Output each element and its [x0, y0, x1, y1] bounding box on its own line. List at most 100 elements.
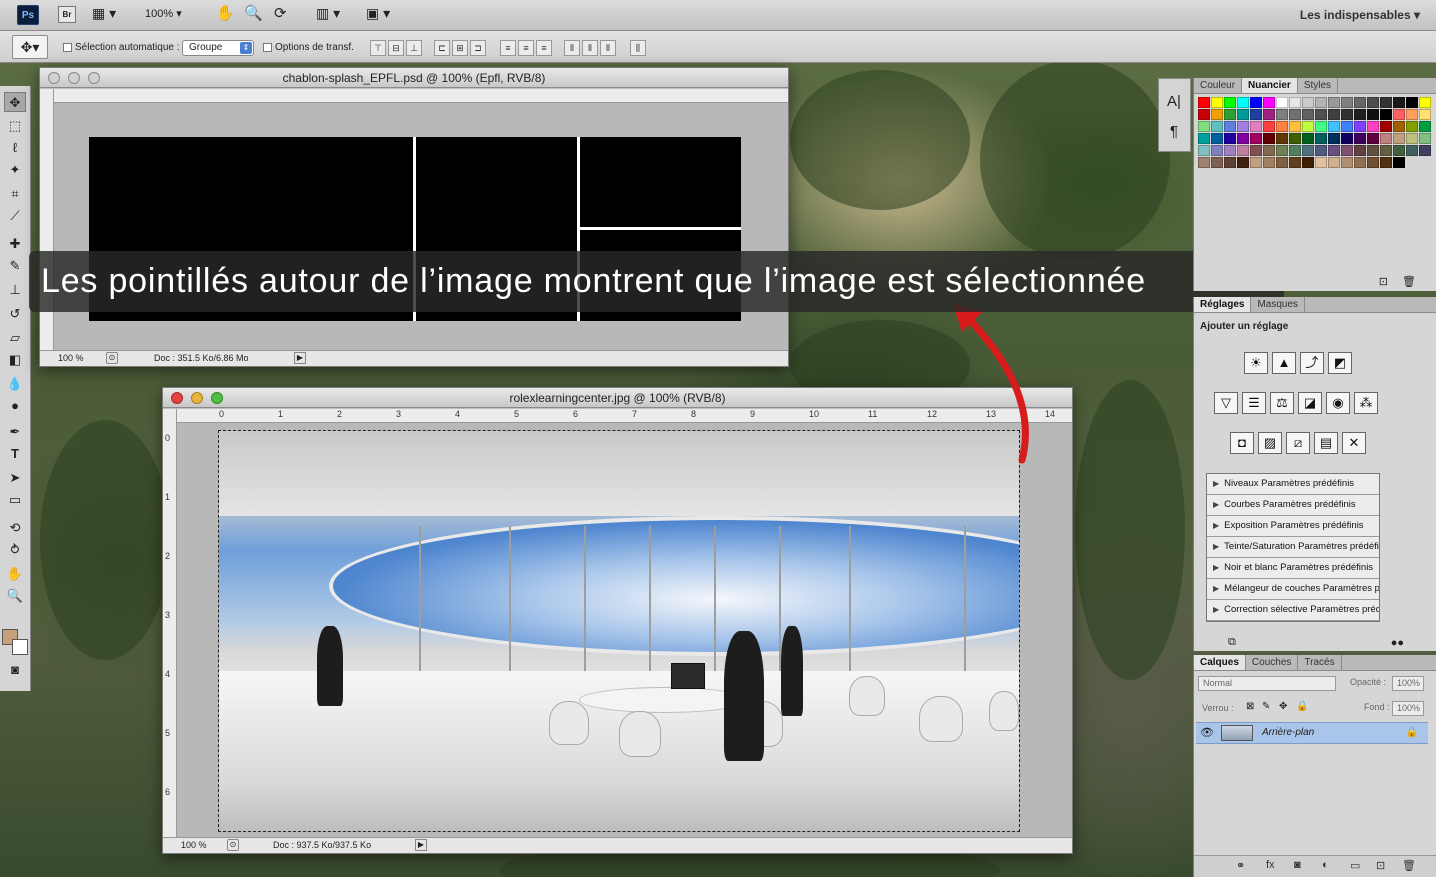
color-swatch[interactable]	[1354, 109, 1366, 120]
color-swatch[interactable]	[1250, 145, 1262, 156]
color-swatch[interactable]	[1367, 109, 1379, 120]
color-swatch[interactable]	[1367, 157, 1379, 168]
clip-to-layer-icon[interactable]: ⧉	[1228, 636, 1236, 649]
color-swatch[interactable]	[1263, 133, 1275, 144]
lock-transparency-icon[interactable]: ⊠	[1246, 701, 1254, 712]
selective-color-icon[interactable]: ✕	[1342, 432, 1366, 454]
color-swatch[interactable]	[1224, 121, 1236, 132]
minimize-window-button[interactable]	[68, 72, 80, 84]
background-color-swatch[interactable]	[12, 639, 28, 655]
lock-position-icon[interactable]: ✥	[1279, 701, 1287, 712]
color-swatch[interactable]	[1198, 121, 1210, 132]
color-swatch[interactable]	[1380, 133, 1392, 144]
hue-saturation-icon[interactable]: ☰	[1242, 392, 1266, 414]
color-swatch[interactable]	[1406, 109, 1418, 120]
color-swatch[interactable]	[1406, 145, 1418, 156]
status-menu-arrow-icon[interactable]: ▶	[415, 839, 427, 851]
color-swatch[interactable]	[1224, 145, 1236, 156]
color-swatch[interactable]	[1328, 157, 1340, 168]
exposure-icon[interactable]: ◩	[1328, 352, 1352, 374]
color-swatch[interactable]	[1393, 97, 1405, 108]
pen-tool-icon[interactable]: ✒	[4, 422, 26, 442]
new-adjustment-layer-icon[interactable]: ◐	[1322, 859, 1329, 871]
preset-curves[interactable]: ▶ Courbes Paramètres prédéfinis	[1207, 495, 1379, 516]
color-swatch[interactable]	[1263, 109, 1275, 120]
color-swatch[interactable]	[1289, 157, 1301, 168]
align-right-icon[interactable]: ⊐	[470, 40, 486, 56]
color-swatch[interactable]	[1302, 157, 1314, 168]
lasso-tool-icon[interactable]: ℓ	[4, 138, 26, 158]
align-top-icon[interactable]: ⊤	[370, 40, 386, 56]
channel-mixer-icon[interactable]: ⁂	[1354, 392, 1378, 414]
color-swatch[interactable]	[1328, 121, 1340, 132]
color-swatch[interactable]	[1276, 121, 1288, 132]
levels-icon[interactable]: ▲	[1272, 352, 1296, 374]
color-swatch[interactable]	[1250, 109, 1262, 120]
hand-tool-icon[interactable]: ✋	[4, 564, 26, 584]
status-menu-arrow-icon[interactable]: ▶	[294, 352, 306, 364]
tab-color[interactable]: Couleur	[1194, 78, 1243, 93]
color-swatch[interactable]	[1367, 121, 1379, 132]
color-swatch[interactable]	[1354, 121, 1366, 132]
tool-preset-picker[interactable]: ✥▾	[12, 35, 48, 59]
color-swatch[interactable]	[1198, 109, 1210, 120]
color-swatch[interactable]	[1276, 145, 1288, 156]
preset-hue-saturation[interactable]: ▶ Teinte/Saturation Paramètres prédéfinis	[1207, 537, 1379, 558]
rotate-view-icon[interactable]: ⟳	[274, 4, 287, 22]
eyedropper-tool-icon[interactable]: ⟋	[4, 206, 26, 226]
add-mask-icon[interactable]: ◙	[1294, 859, 1301, 871]
document-window-splash[interactable]: chablon-splash_EPFL.psd @ 100% (Epfl, RV…	[39, 67, 789, 367]
color-swatch[interactable]	[1211, 133, 1223, 144]
color-swatch[interactable]	[1367, 97, 1379, 108]
zoom-window-button[interactable]	[88, 72, 100, 84]
new-layer-icon[interactable]: ⊡	[1376, 859, 1385, 872]
color-swatch[interactable]	[1289, 109, 1301, 120]
character-panel-icon[interactable]: A|	[1167, 93, 1181, 110]
preview-icon[interactable]: ⊙	[227, 839, 239, 851]
color-swatch[interactable]	[1250, 121, 1262, 132]
eraser-tool-icon[interactable]: ▱	[4, 328, 26, 348]
zoom-field[interactable]: 100 %	[181, 838, 207, 853]
horizontal-ruler[interactable]	[54, 89, 788, 103]
color-swatch[interactable]	[1393, 133, 1405, 144]
color-swatch[interactable]	[1341, 133, 1353, 144]
layer-style-icon[interactable]: fx	[1266, 859, 1275, 871]
arrange-documents-icon[interactable]: ▥ ▾	[316, 5, 340, 22]
visibility-toggle-icon[interactable]: ●●	[1391, 637, 1404, 649]
color-swatch[interactable]	[1237, 97, 1249, 108]
color-swatch[interactable]	[1237, 109, 1249, 120]
close-window-button[interactable]	[48, 72, 60, 84]
color-swatch[interactable]	[1315, 133, 1327, 144]
document-window-photo[interactable]: rolexlearningcenter.jpg @ 100% (RVB/8) 0…	[162, 387, 1073, 854]
bridge-button[interactable]: Br	[58, 6, 76, 23]
blur-tool-icon[interactable]: 💧	[4, 374, 26, 394]
color-swatch[interactable]	[1250, 133, 1262, 144]
tab-paths[interactable]: Tracés	[1298, 655, 1342, 670]
color-swatch[interactable]	[1198, 97, 1210, 108]
tab-swatches[interactable]: Nuancier	[1242, 78, 1298, 93]
color-swatch[interactable]	[1380, 97, 1392, 108]
color-swatch[interactable]	[1211, 97, 1223, 108]
color-swatch[interactable]	[1341, 109, 1353, 120]
color-swatch[interactable]	[1289, 133, 1301, 144]
new-group-icon[interactable]: ▭	[1350, 859, 1360, 872]
blend-mode-dropdown[interactable]: Normal	[1198, 676, 1336, 691]
color-swatch[interactable]	[1393, 145, 1405, 156]
color-swatch[interactable]	[1354, 157, 1366, 168]
3d-rotate-tool-icon[interactable]: ⟲	[4, 518, 26, 538]
preset-selective-color[interactable]: ▶ Correction sélective Paramètres prédéfi…	[1207, 600, 1379, 621]
color-swatch[interactable]	[1354, 133, 1366, 144]
posterize-icon[interactable]: ▨	[1258, 432, 1282, 454]
fill-field[interactable]: 100%	[1392, 701, 1424, 716]
color-swatch[interactable]	[1393, 109, 1405, 120]
vibrance-icon[interactable]: ▽	[1214, 392, 1238, 414]
color-swatch[interactable]	[1341, 97, 1353, 108]
delete-swatch-icon[interactable]: 🗑	[1402, 275, 1416, 288]
color-swatch[interactable]	[1224, 109, 1236, 120]
distribute-right-icon[interactable]: ⦀	[600, 40, 616, 56]
align-hcenter-icon[interactable]: ⊞	[452, 40, 468, 56]
canvas-area[interactable]	[177, 423, 1072, 838]
color-swatch[interactable]	[1263, 97, 1275, 108]
distribute-left-icon[interactable]: ⦀	[564, 40, 580, 56]
zoom-dropdown[interactable]: 100% ▾	[145, 7, 182, 20]
